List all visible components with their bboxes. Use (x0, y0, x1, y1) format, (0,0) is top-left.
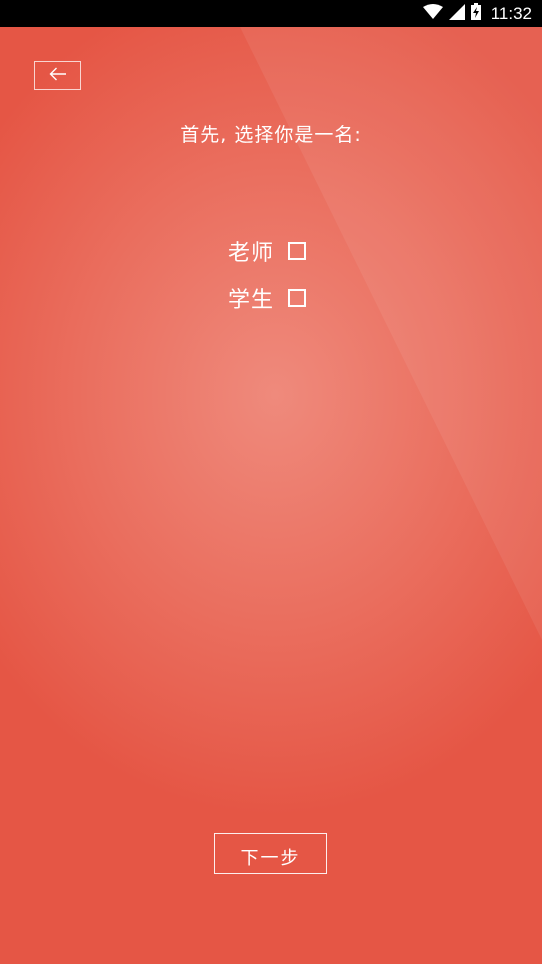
status-time: 11:32 (490, 3, 532, 23)
cell-signal-icon (448, 3, 465, 24)
option-teacher-label: 老师 (228, 241, 275, 266)
page-prompt: 首先, 选择你是一名: (180, 124, 362, 146)
teacher-checkbox[interactable] (288, 242, 307, 260)
option-student[interactable]: 学生 (228, 282, 307, 314)
back-button[interactable] (34, 61, 81, 90)
wifi-icon (422, 3, 443, 24)
role-selection-screen: 11:32 首先, 选择你是一名: 老师 学生 下一步 (0, 0, 542, 964)
option-student-label: 学生 (228, 288, 275, 313)
status-bar: 11:32 (0, 0, 542, 27)
option-teacher[interactable]: 老师 (228, 235, 307, 267)
battery-charging-icon (470, 3, 481, 24)
next-button[interactable]: 下一步 (214, 833, 327, 874)
arrow-left-icon (49, 66, 67, 85)
student-checkbox[interactable] (288, 289, 307, 307)
